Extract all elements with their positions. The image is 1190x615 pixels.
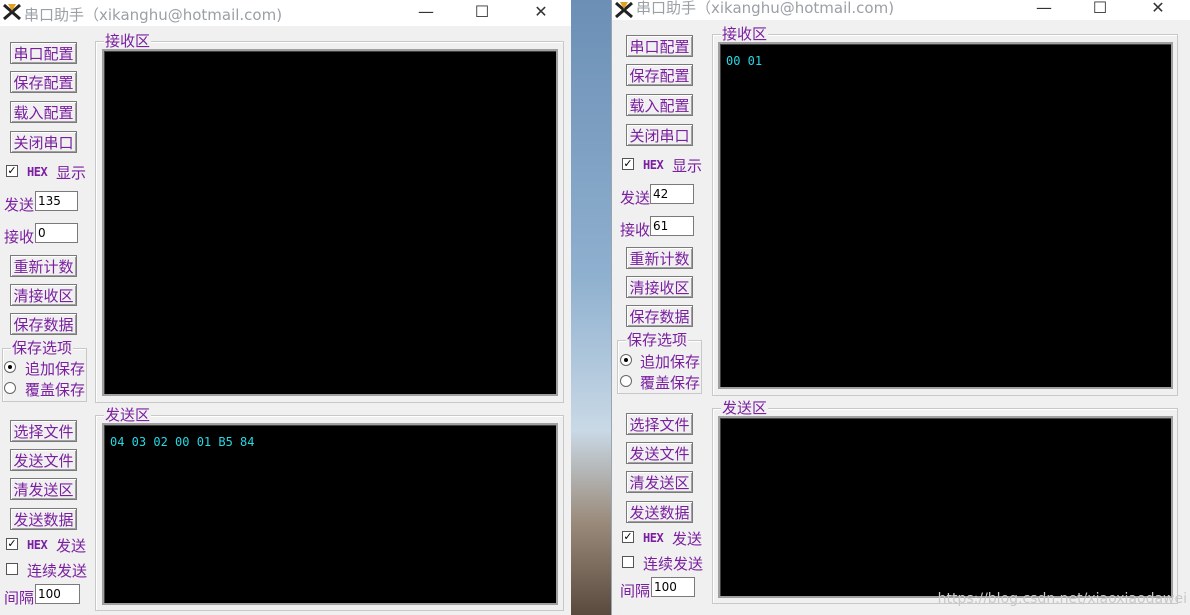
receive-area-legend: 接收区 bbox=[104, 32, 152, 50]
save-config-button[interactable]: 保存配置 bbox=[10, 71, 77, 93]
hex-send-label: 发送 bbox=[56, 537, 87, 555]
minimize-icon[interactable]: — bbox=[404, 0, 448, 26]
send-count-field[interactable]: 42 bbox=[650, 184, 694, 204]
hex-display-checkbox[interactable]: ✓ bbox=[6, 165, 18, 177]
clear-receive-button[interactable]: 清接收区 bbox=[10, 284, 77, 306]
continuous-send-label: 连续发送 bbox=[643, 555, 704, 573]
overwrite-save-label: 覆盖保存 bbox=[640, 374, 701, 392]
serial-assistant-window-1: 串口助手（xikanghu@hotmail.com) — ☐ ✕ 串口配置 保存… bbox=[0, 0, 571, 615]
overwrite-save-label: 覆盖保存 bbox=[25, 381, 86, 399]
window-title: 串口助手（xikanghu@hotmail.com) bbox=[24, 6, 283, 24]
send-count-label: 发送 bbox=[620, 189, 651, 207]
send-area-legend: 发送区 bbox=[104, 406, 152, 424]
select-file-button[interactable]: 选择文件 bbox=[10, 420, 77, 442]
send-count-field[interactable]: 135 bbox=[35, 191, 78, 211]
recv-count-field[interactable]: 61 bbox=[650, 216, 694, 236]
app-icon bbox=[3, 3, 21, 21]
load-config-button[interactable]: 载入配置 bbox=[10, 101, 77, 123]
app-icon bbox=[615, 1, 633, 19]
recv-count-label: 接收 bbox=[4, 228, 35, 246]
hex-send-hex-label: HEX bbox=[27, 538, 48, 552]
append-save-radio[interactable] bbox=[4, 361, 16, 373]
interval-field[interactable]: 100 bbox=[35, 584, 80, 604]
clear-send-button[interactable]: 清发送区 bbox=[626, 471, 693, 493]
continuous-send-checkbox[interactable] bbox=[6, 563, 18, 575]
interval-label: 间隔 bbox=[4, 589, 35, 607]
append-save-label: 追加保存 bbox=[640, 353, 701, 371]
hex-send-label: 发送 bbox=[672, 530, 703, 548]
send-file-button[interactable]: 发送文件 bbox=[10, 449, 77, 471]
send-file-button[interactable]: 发送文件 bbox=[626, 442, 693, 464]
send-area-legend: 发送区 bbox=[721, 399, 769, 417]
clear-send-button[interactable]: 清发送区 bbox=[10, 478, 77, 500]
save-options-legend: 保存选项 bbox=[11, 339, 74, 357]
display-label: 显示 bbox=[672, 157, 703, 175]
hex-label: HEX bbox=[643, 158, 664, 172]
recv-count-field[interactable]: 0 bbox=[35, 223, 78, 243]
hex-send-hex-label: HEX bbox=[643, 531, 664, 545]
serial-assistant-window-2: 串口助手（xikanghu@hotmail.com) — ☐ ✕ 串口配置 保存… bbox=[611, 0, 1190, 615]
hex-send-checkbox[interactable]: ✓ bbox=[622, 531, 634, 543]
maximize-icon[interactable]: ☐ bbox=[460, 0, 504, 26]
close-icon[interactable]: ✕ bbox=[1136, 0, 1180, 22]
overwrite-save-radio[interactable] bbox=[4, 382, 16, 394]
overwrite-save-radio[interactable] bbox=[620, 375, 632, 387]
send-area-text[interactable] bbox=[718, 416, 1173, 598]
close-port-button[interactable]: 关闭串口 bbox=[10, 131, 77, 153]
select-file-button[interactable]: 选择文件 bbox=[626, 413, 693, 435]
save-config-button[interactable]: 保存配置 bbox=[626, 64, 693, 86]
continuous-send-label: 连续发送 bbox=[27, 562, 88, 580]
receive-area-text[interactable] bbox=[102, 49, 558, 396]
hex-display-checkbox[interactable]: ✓ bbox=[622, 158, 634, 170]
title-bar[interactable]: 串口助手（xikanghu@hotmail.com) — ☐ ✕ bbox=[612, 0, 1190, 20]
maximize-icon[interactable]: ☐ bbox=[1078, 0, 1122, 22]
send-data-button[interactable]: 发送数据 bbox=[10, 508, 77, 530]
interval-label: 间隔 bbox=[620, 582, 651, 600]
save-options-legend: 保存选项 bbox=[626, 331, 689, 349]
save-data-button[interactable]: 保存数据 bbox=[10, 313, 77, 335]
load-config-button[interactable]: 载入配置 bbox=[626, 94, 693, 116]
recv-count-label: 接收 bbox=[620, 221, 651, 239]
hex-label: HEX bbox=[27, 165, 48, 179]
serial-config-button[interactable]: 串口配置 bbox=[10, 42, 77, 64]
hex-send-checkbox[interactable]: ✓ bbox=[6, 538, 18, 550]
send-count-label: 发送 bbox=[4, 196, 35, 214]
close-port-button[interactable]: 关闭串口 bbox=[626, 124, 693, 146]
clear-receive-button[interactable]: 清接收区 bbox=[626, 276, 693, 298]
desktop-wallpaper bbox=[571, 0, 616, 615]
continuous-send-checkbox[interactable] bbox=[622, 556, 634, 568]
send-area-text[interactable]: 04 03 02 00 01 B5 84 bbox=[102, 423, 558, 605]
save-data-button[interactable]: 保存数据 bbox=[626, 305, 693, 327]
title-bar[interactable]: 串口助手（xikanghu@hotmail.com) — ☐ ✕ bbox=[0, 0, 571, 26]
reset-count-button[interactable]: 重新计数 bbox=[626, 247, 693, 269]
watermark-text: https://blog.csdn.net/xiaoxiaodawei bbox=[937, 591, 1187, 607]
minimize-icon[interactable]: — bbox=[1022, 0, 1066, 22]
receive-area-legend: 接收区 bbox=[721, 25, 769, 43]
receive-area-text[interactable]: 00 01 bbox=[718, 42, 1173, 389]
append-save-label: 追加保存 bbox=[25, 360, 86, 378]
close-icon[interactable]: ✕ bbox=[519, 0, 563, 26]
window-title: 串口助手（xikanghu@hotmail.com) bbox=[636, 0, 895, 17]
interval-field[interactable]: 100 bbox=[651, 577, 695, 597]
append-save-radio[interactable] bbox=[620, 354, 632, 366]
serial-config-button[interactable]: 串口配置 bbox=[626, 35, 693, 57]
reset-count-button[interactable]: 重新计数 bbox=[10, 255, 77, 277]
send-data-button[interactable]: 发送数据 bbox=[626, 501, 693, 523]
display-label: 显示 bbox=[56, 164, 87, 182]
